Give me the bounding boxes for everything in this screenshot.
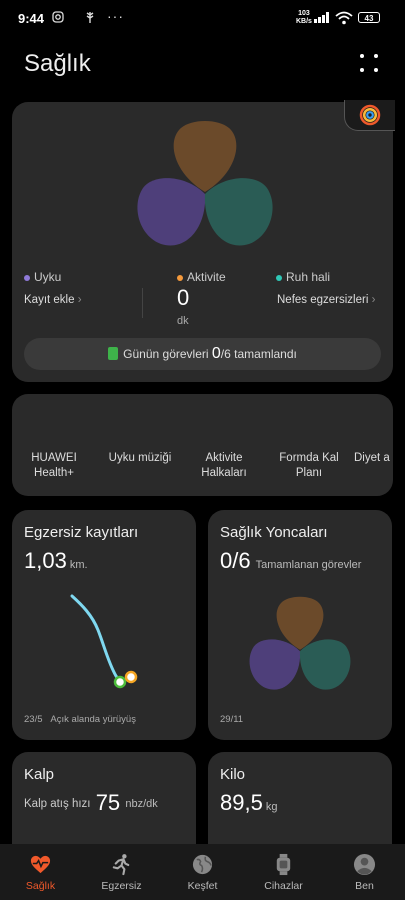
daily-tasks-bar[interactable]: Günün görevleri 0/6 tamamlandı [24,338,381,370]
mood-label: Ruh hali [276,270,330,284]
service-sleep-music[interactable]: Uyku müziği [100,451,180,466]
status-time: 9:44 [18,11,45,26]
service-diet[interactable]: Diyet a [354,451,393,466]
activity-rings-icon [359,104,381,126]
services-card: HUAWEI Health+ Uyku müziği Aktivite Halk… [12,394,393,496]
more-notifications-icon: ··· [107,8,124,24]
nav-exercise[interactable]: Egzersiz [81,844,162,900]
service-huawei-health-plus[interactable]: HUAWEI Health+ [14,451,94,481]
rings-badge[interactable] [344,100,395,131]
clover-date: 29/11 [220,714,244,725]
route-end-icon [124,670,138,684]
clover-graphic [249,596,351,690]
network-speed: 103 KB/s [296,10,312,25]
grain-icon [85,11,95,27]
instagram-icon [52,11,64,26]
status-bar: 9:44 ··· 103 KB/s 43 [0,0,405,36]
activity-dot-icon [177,274,183,281]
health-clovers-card[interactable]: Sağlık Yoncaları 0/6 Tamamlanan görevler … [208,510,392,740]
chevron-right-icon: › [371,294,376,306]
route-map [70,594,138,689]
health-clover-graphic [137,121,273,246]
watch-icon [276,853,291,876]
nav-discover[interactable]: Keşfet [162,844,243,900]
service-fitness-plan[interactable]: Formda Kal Planı [269,451,349,481]
task-list-icon [108,347,119,360]
wifi-icon [335,11,353,25]
grid-dots-icon[interactable] [358,52,380,74]
clover-progress: 0/6 Tamamlanan görevler [220,548,362,573]
activity-unit: dk [177,315,189,327]
activity-label: Aktivite [177,270,226,284]
bottom-navigation: Sağlık Egzersiz Keşfet Cihazlar Ben [0,844,405,900]
battery-icon: 43 [358,12,380,23]
breathing-exercises-link[interactable]: Nefes egzersizleri › [277,294,375,306]
sleep-dot-icon [24,274,30,281]
chevron-right-icon: › [77,294,82,306]
route-start-icon [113,675,127,689]
runner-icon [112,854,130,876]
weight-title: Kilo [220,766,246,783]
profile-icon [353,853,376,876]
health-summary-card[interactable]: Uyku Aktivite Ruh hali Kayıt ekle › 0 dk… [12,100,395,382]
exercise-records-card[interactable]: Egzersiz kayıtları 1,03 km. 23/5 Açık ala… [12,510,196,740]
service-activity-rings[interactable]: Aktivite Halkaları [184,451,264,481]
globe-icon [192,854,213,875]
heart-title: Kalp [24,766,55,783]
signal-icon [314,12,329,23]
clover-title: Sağlık Yoncaları [220,524,328,541]
mood-dot-icon [276,274,282,281]
sleep-label: Uyku [24,270,61,284]
heart-icon [30,855,51,874]
activity-value: 0 [177,285,190,310]
exercise-footer: 23/5 Açık alanda yürüyüş [24,714,136,725]
nav-devices[interactable]: Cihazlar [243,844,324,900]
nav-me[interactable]: Ben [324,844,405,900]
heart-rate: Kalp atış hızı 75 nbz/dk [24,790,158,815]
page-title: Sağlık [24,50,91,77]
divider [142,288,143,318]
nav-health[interactable]: Sağlık [0,844,81,900]
weight-value: 89,5 kg [220,790,278,815]
add-sleep-record-link[interactable]: Kayıt ekle › [24,294,82,306]
